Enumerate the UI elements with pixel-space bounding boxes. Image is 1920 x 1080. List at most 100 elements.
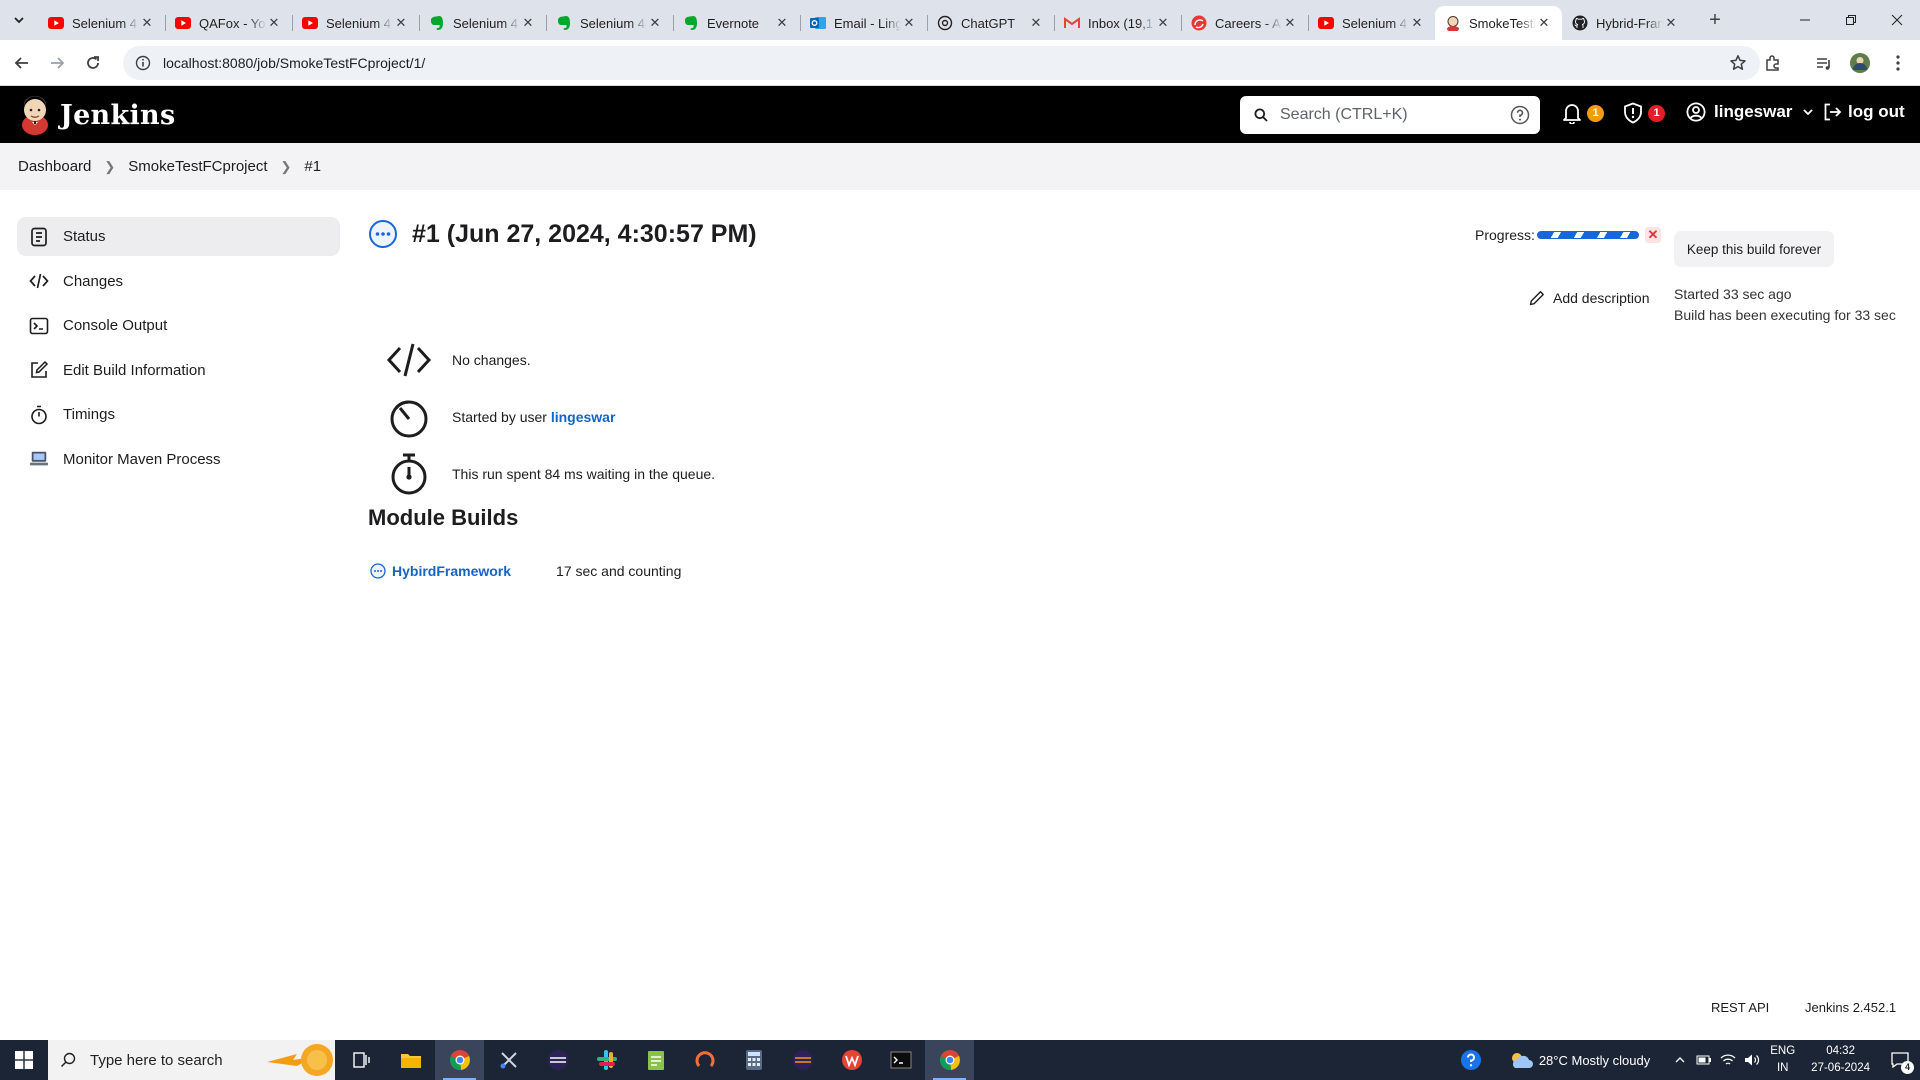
tab-title: Selenium 4 Notes (580, 15, 647, 31)
wps-office-icon[interactable] (827, 1040, 876, 1080)
help-icon[interactable] (1451, 1040, 1491, 1080)
jenkins-logo[interactable]: Jenkins (18, 95, 175, 135)
jenkins-version-link[interactable]: Jenkins 2.452.1 (1805, 1000, 1896, 1015)
abort-build-icon[interactable]: ✕ (1645, 227, 1661, 243)
sidebar-item-edit-build-information[interactable]: Edit Build Information (17, 351, 340, 390)
terminal-app-icon[interactable] (876, 1040, 925, 1080)
taskbar-search[interactable]: Type here to search (48, 1040, 335, 1080)
logout-button[interactable]: log out (1822, 102, 1905, 122)
build-progress-bar[interactable] (1537, 231, 1639, 239)
browser-tab[interactable]: Email - Lingeswar✕ (800, 6, 927, 40)
security-button[interactable]: 1 (1623, 102, 1665, 124)
breadcrumb-dashboard[interactable]: Dashboard (18, 158, 91, 175)
tab-close-icon[interactable]: ✕ (1028, 15, 1044, 31)
browser-tab[interactable]: Selenium 4 Tutorial✕ (292, 6, 419, 40)
tab-close-icon[interactable]: ✕ (1282, 15, 1298, 31)
sidebar-item-changes[interactable]: Changes (17, 262, 340, 301)
extensions-icon[interactable] (1762, 52, 1784, 74)
browser-tab[interactable]: Selenium 4 Notes✕ (419, 6, 546, 40)
tab-close-icon[interactable]: ✕ (393, 15, 409, 31)
tab-close-icon[interactable]: ✕ (1663, 15, 1679, 31)
browser-tab[interactable]: Hybrid-Framework✕ (1562, 6, 1689, 40)
rest-api-link[interactable]: REST API (1711, 1000, 1769, 1015)
file-explorer-icon[interactable] (386, 1040, 435, 1080)
task-view-icon[interactable] (337, 1040, 386, 1080)
weather-text[interactable]: 28°C Mostly cloudy (1539, 1053, 1650, 1068)
minimize-button[interactable] (1782, 0, 1828, 40)
chrome-icon[interactable] (435, 1040, 484, 1080)
chrome-profile-icon[interactable] (925, 1040, 974, 1080)
back-button[interactable] (9, 50, 35, 76)
browser-tab[interactable]: QAFox - YouTube✕ (165, 6, 292, 40)
battery-icon[interactable] (1692, 1040, 1716, 1080)
wifi-icon[interactable] (1716, 1040, 1740, 1080)
taskbar-pinned-apps (337, 1040, 974, 1080)
notepad-icon[interactable] (631, 1040, 680, 1080)
browser-tab[interactable]: Careers - A ✕ (1181, 6, 1308, 40)
started-by-user-link[interactable]: lingeswar (551, 409, 616, 425)
tab-close-icon[interactable]: ✕ (901, 15, 917, 31)
tab-active[interactable]: SmokeTestFCproject✕ (1435, 6, 1562, 40)
address-bar[interactable]: localhost:8080/job/SmokeTestFCproject/1/ (123, 46, 1760, 80)
minimize-icon (1800, 19, 1810, 21)
sidebar-item-console-output[interactable]: Console Output (17, 306, 340, 345)
bell-icon (1563, 104, 1581, 124)
tab-close-icon[interactable]: ✕ (266, 15, 282, 31)
media-controls-icon[interactable] (1813, 52, 1835, 74)
browser-menu-icon[interactable] (1887, 52, 1909, 74)
breadcrumb-build[interactable]: #1 (304, 158, 321, 175)
browser-tab[interactable]: Selenium 4 Tutorial✕ (38, 6, 165, 40)
snipping-tool-icon[interactable] (484, 1040, 533, 1080)
eclipse-icon[interactable] (533, 1040, 582, 1080)
notifications-button[interactable]: 1 (1562, 102, 1604, 124)
sidebar-item-status[interactable]: Status (17, 217, 340, 256)
site-info-icon[interactable] (133, 53, 153, 73)
eclipse-ide-icon[interactable] (778, 1040, 827, 1080)
tab-close-icon[interactable]: ✕ (1155, 15, 1171, 31)
postman-icon[interactable] (680, 1040, 729, 1080)
help-icon[interactable] (1510, 105, 1530, 125)
taskbar-clock[interactable]: 04:32 27-06-2024 (1811, 1043, 1870, 1077)
volume-icon[interactable] (1740, 1040, 1764, 1080)
slack-icon[interactable] (582, 1040, 631, 1080)
jenkins-search-box[interactable] (1240, 96, 1540, 134)
tab-close-icon[interactable]: ✕ (774, 15, 790, 31)
module-build-row: HybirdFramework 17 sec and counting (370, 563, 681, 579)
module-link[interactable]: HybirdFramework (392, 563, 511, 579)
bookmark-star-icon[interactable] (1728, 53, 1748, 73)
browser-tab[interactable]: ChatGPT ✕ (927, 6, 1054, 40)
tab-close-icon[interactable]: ✕ (139, 15, 155, 31)
start-button[interactable] (0, 1040, 48, 1080)
user-menu[interactable]: lingeswar (1686, 102, 1814, 122)
new-tab-button[interactable]: + (1705, 10, 1725, 30)
keep-build-forever-button[interactable]: Keep this build forever (1674, 231, 1834, 267)
browser-tab-strip: Selenium 4 Tutorial✕QAFox - YouTube✕Sele… (0, 0, 1920, 40)
chevron-up-icon[interactable] (1668, 1040, 1692, 1080)
tab-close-icon[interactable]: ✕ (647, 15, 663, 31)
browser-tab[interactable]: Inbox (19,1 ✕ (1054, 6, 1181, 40)
browser-tab[interactable]: Evernote ✕ (673, 6, 800, 40)
tab-title: SmokeTestFCproject (1469, 15, 1536, 31)
taskbar-search-placeholder: Type here to search (90, 1051, 223, 1069)
restore-button[interactable] (1828, 0, 1874, 40)
search-input[interactable] (1280, 106, 1500, 124)
reload-button[interactable] (80, 50, 106, 76)
sidebar-item-timings[interactable]: Timings (17, 395, 340, 434)
tab-search-button[interactable] (8, 9, 30, 31)
language-indicator[interactable]: ENG IN (1770, 1043, 1795, 1077)
browser-tab[interactable]: Selenium 4 ✕ (1308, 6, 1435, 40)
arrow-left-icon (14, 57, 28, 69)
notification-center-icon[interactable]: 4 (1880, 1040, 1920, 1080)
profile-avatar[interactable] (1849, 52, 1871, 74)
weather-icon[interactable] (1505, 1040, 1539, 1080)
tab-close-icon[interactable]: ✕ (520, 15, 536, 31)
tab-close-icon[interactable]: ✕ (1536, 15, 1552, 31)
breadcrumb-project[interactable]: SmokeTestFCproject (128, 158, 267, 175)
calculator-icon[interactable] (729, 1040, 778, 1080)
add-description-button[interactable]: Add description (1529, 290, 1650, 306)
close-window-button[interactable] (1874, 0, 1920, 40)
browser-tab[interactable]: Selenium 4 Notes✕ (546, 6, 673, 40)
forward-button[interactable] (44, 50, 70, 76)
sidebar-item-monitor-maven-process[interactable]: Monitor Maven Process (17, 440, 340, 479)
tab-close-icon[interactable]: ✕ (1409, 15, 1425, 31)
